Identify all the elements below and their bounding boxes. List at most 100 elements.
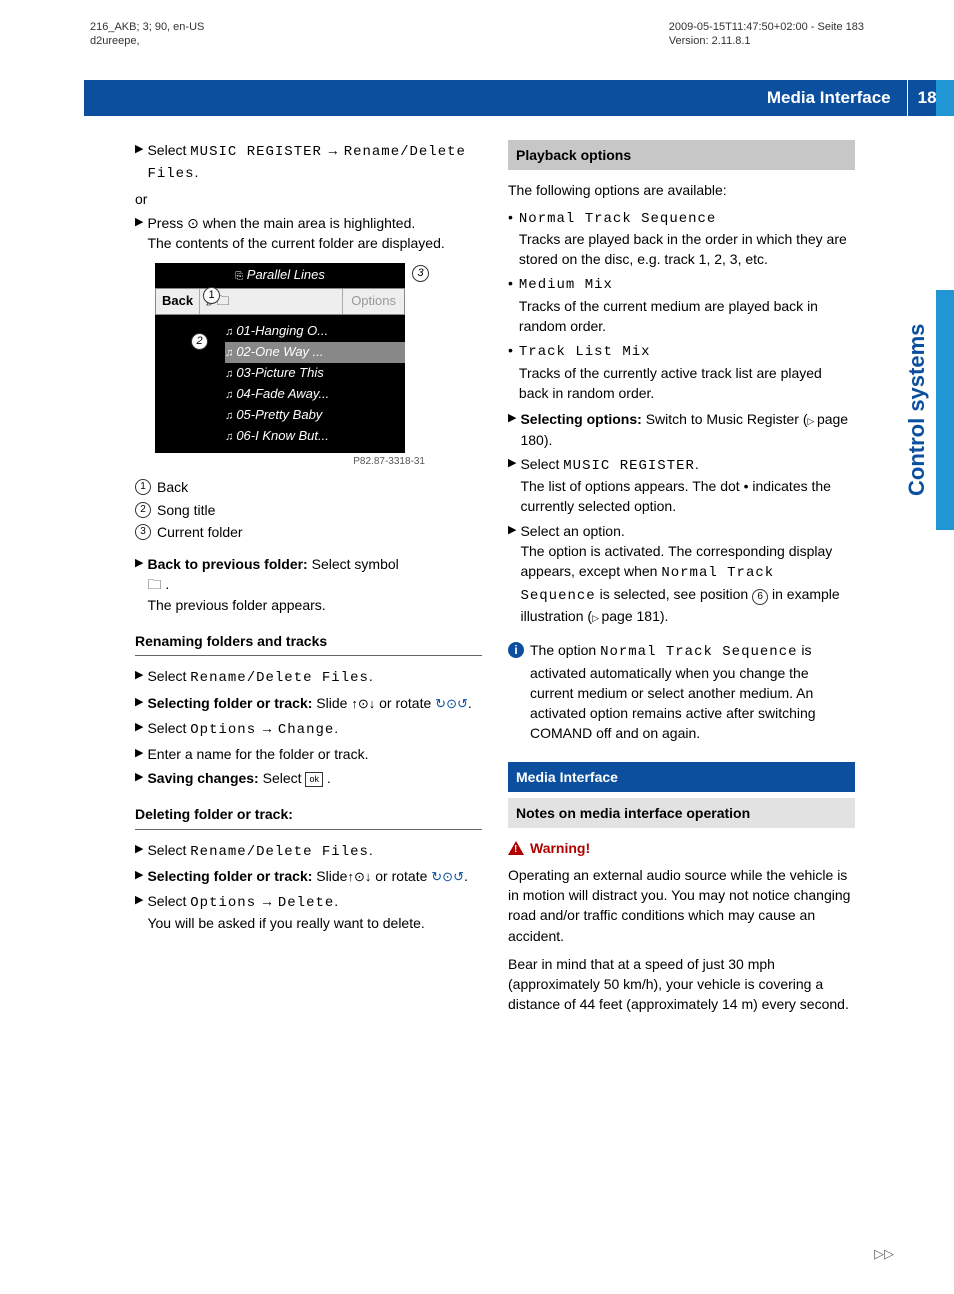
legend-label: Back <box>157 477 188 497</box>
info-icon: i <box>508 642 524 658</box>
arrow: → <box>256 893 278 909</box>
option-name: Track List Mix <box>519 344 651 360</box>
step: ▶ Select MUSIC REGISTER. The list of opt… <box>508 454 855 517</box>
step-marker-icon: ▶ <box>135 720 143 740</box>
text: . <box>369 668 373 684</box>
text: The contents of the current folder are d… <box>147 233 482 253</box>
subheading-rename: Renaming folders and tracks <box>135 631 482 656</box>
callout-2: 2 <box>191 333 208 350</box>
chapter-tab <box>936 290 954 530</box>
list-item: 01-Hanging O... <box>225 321 405 342</box>
right-column: Playback options The following options a… <box>508 140 855 1015</box>
usb-icon: ⎘ <box>235 271 243 282</box>
step-marker-icon: ▶ <box>135 868 143 887</box>
warning-label: Warning! <box>530 838 590 858</box>
list-item: 03-Picture This <box>225 363 405 384</box>
step: ▶ Select Rename/Delete Files. <box>135 840 482 862</box>
text: . <box>369 842 373 858</box>
menu-path: Delete <box>278 895 334 911</box>
menu-path: Rename/Delete Files <box>190 844 369 860</box>
step-marker-icon: ▶ <box>508 411 516 450</box>
text: Select <box>147 142 190 158</box>
text: Select <box>259 770 306 786</box>
step-marker-icon: ▶ <box>135 770 143 788</box>
text: Tracks of the currently active track lis… <box>519 363 855 404</box>
step: ▶ Selecting folder or track: Slide↑⊙↓ or… <box>135 866 482 887</box>
step-label: Selecting folder or track: <box>147 695 312 711</box>
step-marker-icon: ▶ <box>135 668 143 688</box>
meta-line: d2ureepe, <box>90 34 204 48</box>
text: Press <box>147 215 187 231</box>
circled-number: 1 <box>135 479 151 495</box>
text: Select <box>147 893 190 909</box>
menu-path: Options <box>190 895 256 911</box>
chapter-label: Control systems <box>902 290 932 530</box>
text: Select <box>520 456 563 472</box>
header-edge <box>936 80 954 116</box>
text: Switch to Music Register ( <box>642 411 808 427</box>
text: The list of options appears. The dot • i… <box>520 476 855 517</box>
legend-label: Song title <box>157 500 215 520</box>
text: . <box>468 695 472 711</box>
page-title: Media Interface <box>767 86 903 111</box>
step: ▶ Select Options → Change. <box>135 718 482 740</box>
option-name: Normal Track Sequence <box>600 644 797 660</box>
screenshot-legend: 1Back 2Song title 3Current folder <box>135 477 482 542</box>
step-marker-icon: ▶ <box>135 695 143 714</box>
step-select-music-register: ▶ Select MUSIC REGISTER → Rename/Delete … <box>135 140 482 185</box>
step-press-controller: ▶ Press ⊙ when the main area is highligh… <box>135 213 482 254</box>
text: rotate <box>392 868 432 884</box>
menu-path: MUSIC REGISTER <box>563 458 695 474</box>
text: The previous folder appears. <box>147 595 482 615</box>
list-item: 04-Fade Away... <box>225 384 405 405</box>
text: . <box>334 720 338 736</box>
step: ▶ Select Options → Delete. You will be a… <box>135 891 482 934</box>
step-marker-icon: ▶ <box>135 893 143 934</box>
step-label: Selecting folder or track: <box>147 868 312 884</box>
rotate-icon: ↻⊙↺ <box>435 696 468 711</box>
text: Select <box>147 842 190 858</box>
meta-header: 216_AKB; 3; 90, en-US d2ureepe, 2009-05-… <box>0 0 954 49</box>
slide-icon: ↑⊙↓ <box>351 696 375 711</box>
menu-path: Change <box>278 722 334 738</box>
step-back-previous: ▶ Back to previous folder: Select symbol… <box>135 554 482 615</box>
step-marker-icon: ▶ <box>508 523 516 626</box>
menu-path: MUSIC REGISTER <box>190 144 322 160</box>
step: ▶ Selecting options: Switch to Music Reg… <box>508 409 855 450</box>
text: The following options are available: <box>508 180 855 200</box>
text: Tracks of the current medium are played … <box>519 296 855 337</box>
meta-right: 2009-05-15T11:47:50+02:00 - Seite 183 Ve… <box>669 20 864 49</box>
text: . <box>464 868 468 884</box>
ok-button-icon: ok <box>305 772 323 787</box>
text: You will be asked if you really want to … <box>147 913 482 933</box>
text: is selected, see position <box>596 586 752 602</box>
page-header-band: Media Interface 183 <box>84 80 954 116</box>
screenshot-list: 2 01-Hanging O... 02-One Way ... 03-Pict… <box>155 315 405 453</box>
meta-line: 216_AKB; 3; 90, en-US <box>90 20 204 34</box>
step-marker-icon: ▶ <box>135 556 143 615</box>
step: ▶ Saving changes: Select ok . <box>135 768 482 788</box>
text: Select <box>147 668 190 684</box>
text: Tracks are played back in the order in w… <box>519 229 855 270</box>
legend-label: Current folder <box>157 522 243 542</box>
arrow: → <box>322 142 344 158</box>
heading-media-interface: Media Interface <box>508 762 855 792</box>
step: ▶ Enter a name for the folder or track. <box>135 744 482 764</box>
heading-playback-options: Playback options <box>508 140 855 170</box>
page-reference: page 181 <box>592 608 660 624</box>
text: when the main area is highlighted. <box>199 215 415 231</box>
warning-text: Bear in mind that at a speed of just 30 … <box>508 954 855 1015</box>
or-label: or <box>135 189 482 209</box>
list-item: 05-Pretty Baby <box>225 405 405 426</box>
step-marker-icon: ▶ <box>135 215 143 254</box>
text: rotate <box>395 695 435 711</box>
option-track-list-mix: Track List Mix Tracks of the currently ac… <box>508 340 855 403</box>
step-label: Saving changes: <box>147 770 258 786</box>
text: Enter a name for the folder or track. <box>147 744 482 764</box>
list-item: 06-I Know But... <box>225 426 405 447</box>
text: ). <box>660 608 669 624</box>
folder-up-icon <box>147 576 161 592</box>
text: . <box>695 456 699 472</box>
options-button: Options <box>342 289 404 314</box>
text: Select <box>147 720 190 736</box>
